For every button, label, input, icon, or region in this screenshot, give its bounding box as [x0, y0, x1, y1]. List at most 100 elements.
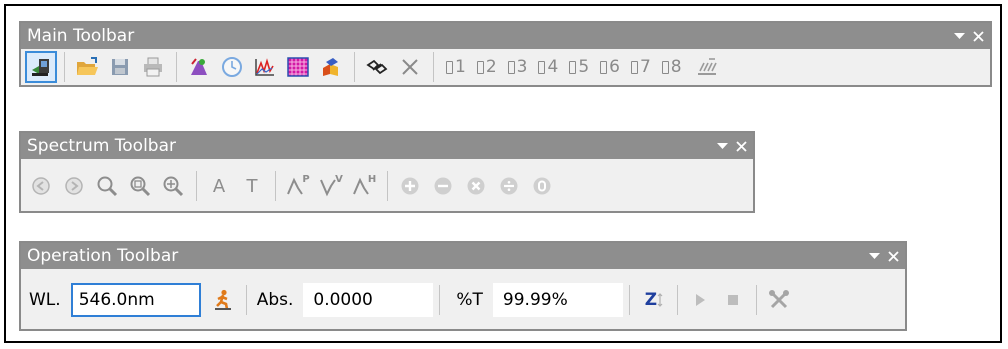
cursor-right-icon — [65, 177, 83, 195]
cell-slot-icon — [476, 60, 484, 74]
zoom-button[interactable] — [91, 170, 123, 202]
operation-toolbar-titlebar[interactable]: Operation Toolbar — [21, 243, 905, 269]
slot-2-button[interactable]: 2 — [476, 57, 497, 77]
dropdown-icon[interactable] — [954, 32, 965, 40]
absorbance-value: 0.0000 — [303, 283, 434, 317]
auto-zero-button[interactable]: Z — [638, 284, 670, 316]
zoom-fit-button[interactable] — [157, 170, 189, 202]
wavelength-label: WL. — [29, 290, 61, 310]
dropdown-icon[interactable] — [717, 142, 728, 150]
save-button[interactable] — [104, 51, 136, 83]
stop-icon — [727, 295, 738, 305]
slot-7-button[interactable]: 7 — [630, 57, 651, 77]
cell-slot-icon — [446, 60, 453, 74]
cell-holder-button[interactable] — [691, 51, 723, 83]
operation-toolbar-title: Operation Toolbar — [27, 246, 179, 266]
valley-label: V — [335, 173, 343, 185]
slot-1-button[interactable]: 1 — [446, 57, 466, 77]
timer-button[interactable] — [216, 51, 248, 83]
peak-height-label: H — [367, 173, 377, 185]
close-icon[interactable] — [888, 250, 899, 262]
zoom-box-button[interactable] — [124, 170, 156, 202]
open-button[interactable] — [71, 51, 103, 83]
link-button[interactable] — [361, 51, 393, 83]
cell-holder-icon — [697, 58, 717, 75]
tools-icon — [768, 290, 789, 309]
separator — [755, 285, 757, 315]
goto-wavelength-button[interactable] — [207, 284, 239, 316]
slot-5-button[interactable]: 5 — [569, 57, 589, 77]
operation-toolbar: Operation Toolbar WL. 546.0nm Abs. 0.000… — [19, 241, 907, 331]
derivative-button[interactable] — [526, 170, 558, 202]
absorbance-mode-button[interactable]: A — [203, 170, 235, 202]
plus-circle-icon — [401, 177, 419, 195]
peak-button[interactable]: P — [282, 170, 314, 202]
cell-slot-icon — [630, 60, 638, 74]
cursor-right-button[interactable] — [58, 170, 90, 202]
clock-icon — [222, 57, 242, 77]
method-button[interactable] — [183, 51, 215, 83]
method-icon — [191, 58, 207, 75]
slot-6-button[interactable]: 6 — [600, 57, 620, 77]
zoom-fit-icon — [163, 176, 184, 197]
zoom-icon — [97, 176, 118, 197]
separator — [196, 171, 197, 201]
zoom-box-icon — [130, 176, 151, 197]
auto-zero-label: Z — [644, 290, 658, 310]
remove-button[interactable] — [427, 170, 459, 202]
tools-button[interactable] — [763, 284, 795, 316]
transmittance-label: T — [246, 175, 258, 197]
derivative-circle-icon — [533, 177, 551, 195]
multiply-button[interactable] — [460, 170, 492, 202]
cancel-button[interactable] — [394, 51, 426, 83]
separator — [433, 52, 434, 82]
connect-button[interactable] — [25, 51, 57, 83]
cancel-icon — [402, 59, 418, 75]
cursor-left-icon — [32, 177, 50, 195]
separator — [176, 52, 177, 82]
cursor-left-button[interactable] — [25, 170, 57, 202]
divide-button[interactable] — [493, 170, 525, 202]
cells-button[interactable] — [315, 51, 347, 83]
main-toolbar: Main Toolbar 1 2 3 4 5 6 7 8 — [19, 21, 992, 87]
print-button[interactable] — [137, 51, 169, 83]
print-icon — [144, 57, 162, 77]
divide-circle-icon — [500, 177, 518, 195]
separator — [275, 171, 276, 201]
spectrum-toolbar-title: Spectrum Toolbar — [27, 136, 176, 156]
transmittance-mode-button[interactable]: T — [236, 170, 268, 202]
separator — [245, 285, 247, 315]
slot-4-button[interactable]: 4 — [538, 57, 558, 77]
separator — [676, 285, 678, 315]
dropdown-icon[interactable] — [869, 252, 880, 260]
close-icon[interactable] — [736, 140, 747, 152]
cell-slot-icon — [507, 60, 515, 74]
close-icon[interactable] — [973, 30, 984, 42]
save-icon — [112, 59, 128, 75]
runner-icon — [214, 289, 231, 310]
start-button[interactable] — [684, 284, 716, 316]
cells-icon — [323, 58, 338, 76]
absorbance-label: A — [212, 175, 226, 197]
add-button[interactable] — [394, 170, 426, 202]
spectrum-toolbar-titlebar[interactable]: Spectrum Toolbar — [21, 133, 753, 159]
transmittance-label: %T — [456, 290, 483, 310]
valley-button[interactable]: V — [315, 170, 347, 202]
cell-slot-icon — [600, 60, 608, 74]
absorbance-label: Abs. — [256, 290, 294, 310]
cell-slot-icon — [661, 60, 669, 74]
multiply-circle-icon — [467, 177, 485, 195]
spectrum-chart-button[interactable] — [249, 51, 281, 83]
stop-button[interactable] — [717, 284, 749, 316]
spectrum-chart-icon — [255, 58, 274, 76]
grid-button[interactable] — [282, 51, 314, 83]
slot-8-button[interactable]: 8 — [661, 57, 682, 77]
separator — [354, 52, 355, 82]
grid-icon — [287, 57, 309, 77]
slot-3-button[interactable]: 3 — [507, 57, 527, 77]
peak-label: P — [302, 173, 310, 185]
cell-slot-icon — [569, 60, 577, 74]
peak-height-button[interactable]: H — [348, 170, 380, 202]
wavelength-input[interactable]: 546.0nm — [70, 283, 201, 317]
main-toolbar-titlebar[interactable]: Main Toolbar — [21, 23, 990, 49]
